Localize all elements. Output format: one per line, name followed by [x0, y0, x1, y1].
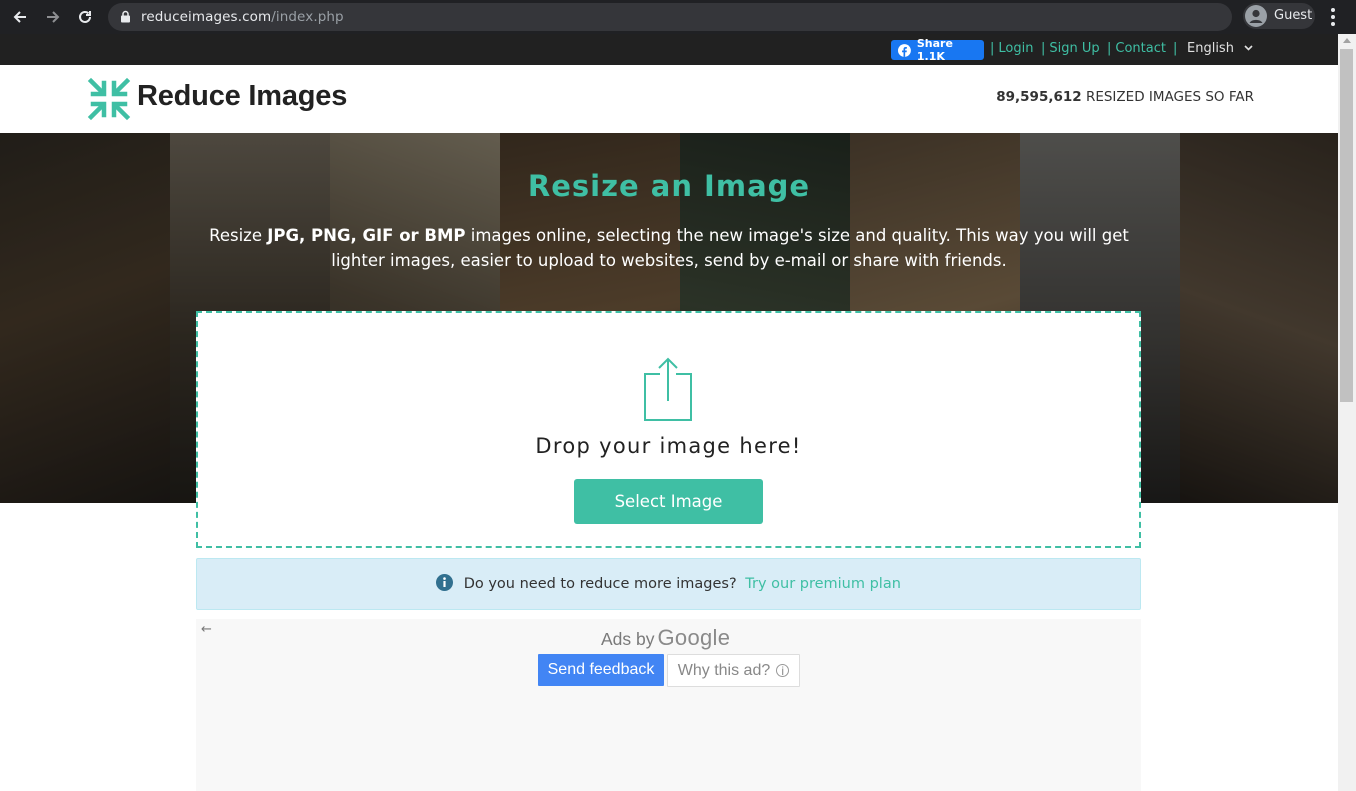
login-link[interactable]: | Login — [990, 41, 1033, 56]
google-wordmark: Google — [657, 625, 731, 650]
language-label: English — [1187, 41, 1234, 56]
counter-suffix: RESIZED IMAGES SO FAR — [1085, 89, 1254, 105]
counter-number: 89,595,612 — [996, 89, 1082, 105]
desc-formats: JPG, PNG, GIF or BMP — [267, 226, 466, 245]
chevron-down-icon — [1244, 45, 1253, 51]
ads-by-google: Ads by Google — [601, 625, 730, 651]
share-label: Share 1.1K — [916, 37, 953, 63]
facebook-share-button[interactable]: Share 1.1K — [891, 37, 984, 63]
url-path: /index.php — [271, 9, 344, 25]
resize-counter: 89,595,612 RESIZED IMAGES SO FAR — [996, 89, 1254, 105]
why-this-ad-label: Why this ad? — [677, 661, 771, 679]
alert-content: Do you need to reduce more images? Try o… — [197, 574, 1140, 592]
signup-link[interactable]: | Sign Up — [1041, 41, 1100, 56]
avatar-icon — [1245, 5, 1267, 27]
scroll-up-arrow-icon[interactable] — [1343, 38, 1351, 43]
ad-container: ← Ads by Google Send feedback Why this ad… — [196, 619, 1141, 791]
separator: | — [1173, 41, 1178, 56]
menu-icon[interactable] — [1326, 6, 1340, 28]
upload-icon — [644, 357, 692, 421]
why-this-ad-button[interactable]: Why this ad? i — [667, 654, 800, 687]
ads-by-label: Ads by — [601, 629, 655, 649]
send-feedback-button[interactable]: Send feedback — [538, 654, 664, 686]
url-domain: reduceimages.com — [141, 9, 272, 25]
site-header: Reduce Images 89,595,612 RESIZED IMAGES … — [0, 65, 1338, 133]
lock-icon — [121, 10, 130, 23]
profile-label: Guest — [1274, 8, 1313, 23]
contact-link[interactable]: | Contact — [1107, 41, 1166, 56]
address-bar[interactable]: reduceimages.com/index.php — [108, 3, 1232, 31]
premium-plan-link[interactable]: Try our premium plan — [745, 576, 901, 592]
url-text: reduceimages.com/index.php — [141, 9, 344, 25]
top-nav-strip: Share 1.1K | Login | Sign Up | Contact | En… — [0, 34, 1338, 65]
forward-icon[interactable] — [41, 5, 65, 29]
signup-label: Sign Up — [1049, 41, 1100, 56]
browser-toolbar: reduceimages.com/index.php Guest — [0, 0, 1356, 34]
info-icon — [436, 574, 454, 591]
scroll-thumb[interactable] — [1340, 49, 1353, 402]
facebook-icon — [898, 43, 911, 57]
ad-back-arrow-icon[interactable]: ← — [201, 622, 212, 637]
login-label: Login — [998, 41, 1034, 56]
desc-prefix: Resize — [209, 226, 268, 245]
language-selector[interactable]: English — [1187, 41, 1253, 56]
select-image-button[interactable]: Select Image — [574, 479, 763, 524]
image-dropzone[interactable]: Drop your image here! Select Image — [196, 311, 1141, 548]
reduce-arrows-icon[interactable] — [87, 77, 131, 121]
premium-alert: Do you need to reduce more images? Try o… — [196, 558, 1141, 610]
logo-text[interactable]: Reduce Images — [137, 80, 347, 113]
drop-text: Drop your image here! — [535, 434, 802, 458]
hero-description: Resize JPG, PNG, GIF or BMP images onlin… — [205, 223, 1133, 273]
reload-icon[interactable] — [73, 5, 97, 29]
alert-text: Do you need to reduce more images? — [463, 576, 737, 592]
hero-title: Resize an Image — [527, 169, 811, 203]
profile-button[interactable]: Guest — [1243, 3, 1315, 29]
back-icon[interactable] — [8, 5, 32, 29]
contact-label: Contact — [1115, 41, 1166, 56]
info-circle-icon: i — [776, 664, 790, 677]
page-scrollbar[interactable] — [1338, 34, 1356, 791]
